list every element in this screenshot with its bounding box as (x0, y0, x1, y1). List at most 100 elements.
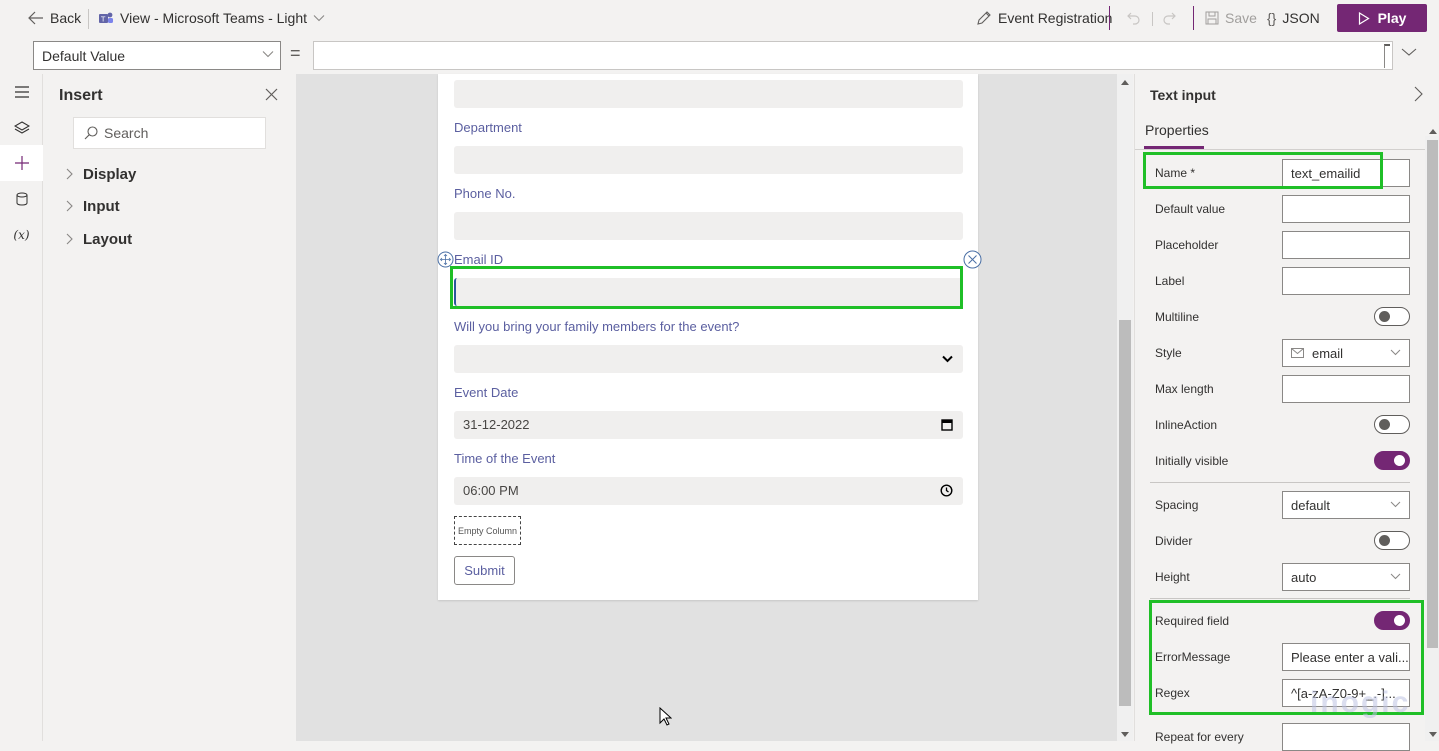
view-label: View - Microsoft Teams - Light (120, 10, 307, 26)
multiline-toggle[interactable] (1374, 307, 1410, 326)
clock-icon (940, 484, 953, 497)
department-input[interactable] (454, 146, 963, 174)
placeholder-input[interactable] (1282, 231, 1410, 259)
arrow-left-icon (28, 11, 43, 25)
prop-label: Default value (1155, 202, 1226, 216)
calendar-icon (941, 419, 953, 431)
chevron-down-icon (942, 355, 953, 363)
prop-label: InlineAction (1155, 418, 1218, 432)
section-divider (1150, 598, 1410, 599)
formula-scroll-handle (1384, 44, 1390, 68)
category-label: Display (83, 165, 137, 183)
form-card: Department Phone No. Email ID Will you b… (437, 74, 982, 600)
initially-visible-toggle[interactable] (1374, 451, 1410, 470)
form-field-input[interactable] (454, 80, 963, 108)
watermark: inogic (1310, 686, 1411, 719)
field-label-event-date: Event Date (454, 385, 519, 400)
braces-icon: {} (1267, 10, 1277, 26)
family-select[interactable] (454, 345, 963, 373)
max-length-input[interactable] (1282, 375, 1410, 403)
app-name-edit[interactable]: Event Registration (976, 0, 1112, 36)
phone-input[interactable] (454, 212, 963, 240)
toggle-knob (1394, 455, 1405, 466)
layers-icon (13, 121, 30, 134)
rail-menu-button[interactable] (0, 74, 43, 110)
property-dropdown[interactable]: Default Value (33, 41, 281, 70)
canvas-scroll-thumb[interactable] (1119, 320, 1131, 706)
rail-data-button[interactable] (0, 181, 43, 217)
divider-toggle[interactable] (1374, 531, 1410, 550)
submit-button[interactable]: Submit (454, 556, 515, 585)
formula-input[interactable] (313, 41, 1393, 70)
divider (1152, 12, 1153, 26)
style-dropdown[interactable]: email (1282, 339, 1410, 367)
redo-button[interactable] (1161, 0, 1177, 36)
delete-control-button[interactable] (963, 250, 982, 269)
canvas-scrollbar[interactable] (1117, 74, 1133, 741)
left-rail: (x) (0, 74, 43, 741)
repeat-for-every-input[interactable] (1282, 723, 1410, 751)
prop-label: Multiline (1155, 310, 1200, 324)
play-label: Play (1377, 10, 1407, 26)
selection-highlight (450, 266, 963, 309)
tab-divider (1135, 149, 1425, 150)
scroll-up-icon (1429, 129, 1437, 134)
chevron-down-icon (1390, 573, 1401, 580)
prop-row-max-length: Max length (1155, 375, 1410, 403)
inline-action-toggle[interactable] (1374, 415, 1410, 434)
rail-layers-button[interactable] (0, 110, 43, 146)
properties-scroll-thumb[interactable] (1427, 140, 1438, 648)
insert-search-input[interactable]: Search (73, 117, 266, 149)
default-value-input[interactable] (1282, 195, 1410, 223)
properties-scrollbar[interactable] (1425, 129, 1439, 741)
prop-label: Divider (1155, 534, 1193, 548)
section-divider (1150, 482, 1410, 483)
svg-text:T: T (100, 16, 106, 24)
undo-button[interactable] (1126, 0, 1142, 36)
play-icon (1358, 11, 1370, 25)
event-time-value: 06:00 PM (463, 483, 519, 498)
top-bar: Back T View - Microsoft Teams - Light Ev… (0, 0, 1439, 36)
rail-variables-button[interactable]: (x) (0, 217, 43, 253)
prop-label: Height (1155, 570, 1190, 584)
prop-label: Spacing (1155, 498, 1199, 512)
close-circle-icon (963, 250, 982, 269)
height-value: auto (1291, 569, 1317, 585)
label-input[interactable] (1282, 267, 1410, 295)
back-button[interactable]: Back (28, 0, 81, 36)
prop-row-initially-visible: Initially visible (1155, 447, 1410, 475)
close-insert-button[interactable] (265, 88, 278, 101)
toggle-knob (1379, 419, 1390, 430)
equals-sign: = (290, 43, 301, 63)
insert-panel-title: Insert (59, 87, 103, 104)
expand-formula-button[interactable] (1401, 47, 1417, 57)
event-time-input[interactable]: 06:00 PM (454, 477, 963, 505)
properties-title: Text input (1150, 87, 1216, 103)
collapse-panel-button[interactable] (1414, 86, 1423, 102)
prop-label: Style (1155, 346, 1182, 360)
save-button[interactable]: Save (1205, 0, 1257, 36)
category-layout[interactable]: Layout (66, 228, 132, 250)
height-dropdown[interactable]: auto (1282, 563, 1410, 591)
play-button[interactable]: Play (1337, 4, 1427, 32)
view-theme-dropdown[interactable]: T View - Microsoft Teams - Light (98, 0, 325, 36)
rail-insert-button[interactable] (0, 145, 43, 181)
mail-icon (1291, 348, 1304, 358)
redo-icon (1163, 12, 1176, 25)
json-button[interactable]: {} JSON (1267, 0, 1320, 36)
chevron-down-icon (1390, 349, 1401, 356)
category-display[interactable]: Display (66, 163, 136, 185)
insert-panel: Insert Search Display Input Layout (44, 74, 295, 741)
spacing-dropdown[interactable]: default (1282, 491, 1410, 519)
field-label-phone: Phone No. (454, 186, 516, 201)
search-icon (84, 126, 98, 140)
event-date-input[interactable]: 31-12-2022 (454, 411, 963, 439)
chevron-right-icon (1414, 86, 1423, 102)
divider (88, 9, 89, 29)
tab-properties[interactable]: Properties (1145, 122, 1209, 138)
category-input[interactable]: Input (66, 195, 120, 217)
empty-column-placeholder[interactable]: Empty Column (454, 516, 521, 545)
undo-icon (1127, 12, 1140, 25)
field-label-family: Will you bring your family members for t… (454, 319, 740, 334)
prop-row-divider: Divider (1155, 527, 1410, 555)
